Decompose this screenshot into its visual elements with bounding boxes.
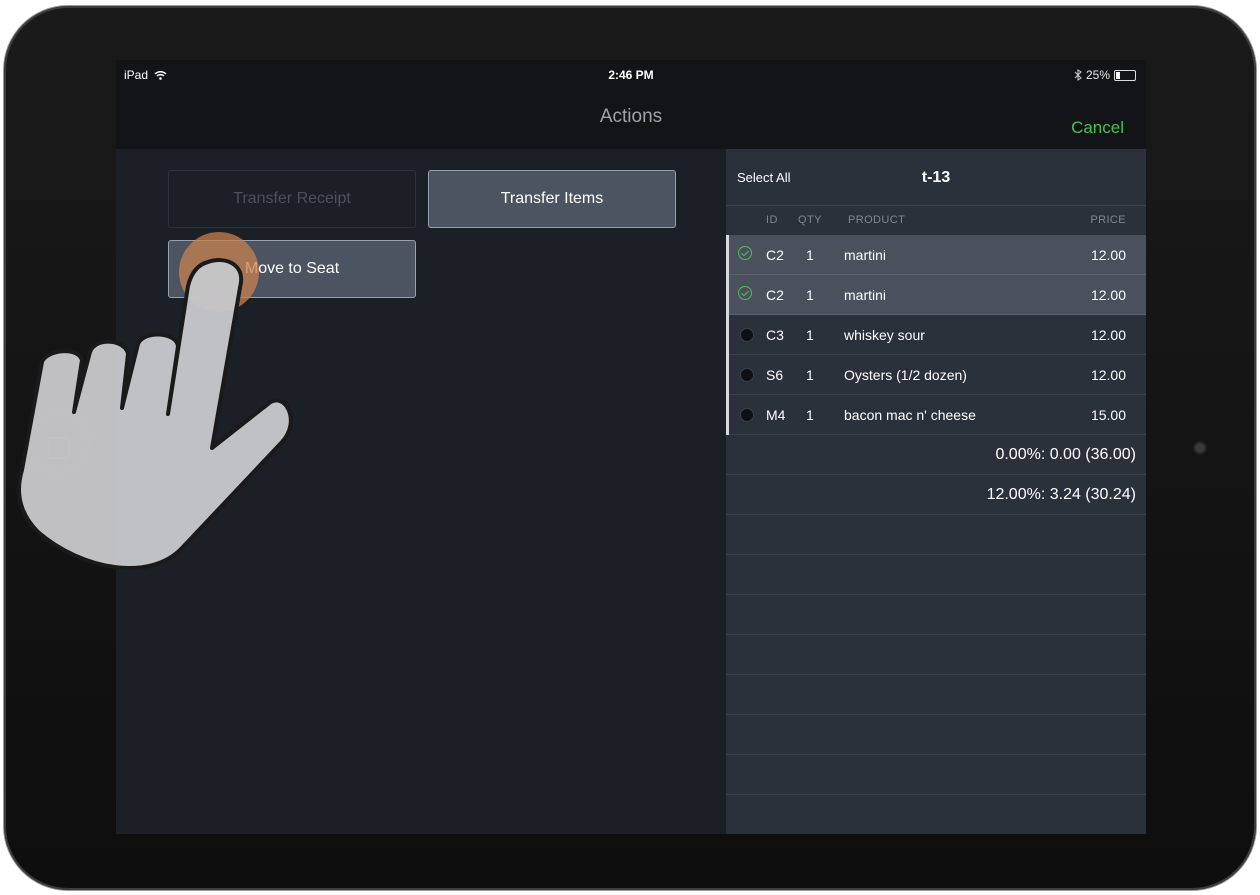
empty-row	[726, 675, 1146, 715]
camera-icon	[1195, 443, 1205, 453]
empty-row	[726, 795, 1146, 834]
item-product: bacon mac n' cheese	[844, 407, 976, 423]
column-header-product: PRODUCT	[848, 214, 906, 226]
check-circle-icon[interactable]	[738, 286, 752, 300]
actions-panel: Transfer Receipt Transfer Items Move to …	[116, 149, 726, 834]
column-header-qty: QTY	[798, 214, 822, 226]
table-row[interactable]: M4 1 bacon mac n' cheese 15.00	[726, 395, 1146, 435]
table-row[interactable]: S6 1 Oysters (1/2 dozen) 12.00	[726, 355, 1146, 395]
item-product: martini	[844, 247, 887, 263]
empty-row	[726, 595, 1146, 635]
item-product: martini	[844, 287, 887, 303]
status-time: 2:46 PM	[608, 68, 654, 82]
radio-icon[interactable]	[740, 408, 754, 422]
item-price: 12.00	[1090, 327, 1126, 343]
transfer-receipt-button[interactable]: Transfer Receipt	[168, 170, 416, 228]
tax-summary: 0.00%: 0.00 (36.00)	[995, 446, 1136, 463]
receipt-panel: Select All t-13 ID QTY PRODUCT PRICE C2 …	[726, 149, 1146, 834]
battery-icon	[1114, 69, 1136, 81]
tax-row: 0.00%: 0.00 (36.00)	[726, 435, 1146, 475]
row-indicator	[726, 275, 729, 315]
move-to-seat-button[interactable]: Move to Seat	[168, 240, 416, 298]
row-indicator	[726, 315, 729, 355]
table-row[interactable]: C2 1 martini 12.00	[726, 235, 1146, 275]
column-header-id: ID	[766, 214, 778, 226]
table-row[interactable]: C3 1 whiskey sour 12.00	[726, 315, 1146, 355]
item-id: M4	[766, 407, 786, 423]
radio-icon[interactable]	[740, 328, 754, 342]
item-id: C2	[766, 247, 784, 263]
item-product: whiskey sour	[844, 327, 925, 343]
item-product: Oysters (1/2 dozen)	[844, 367, 967, 383]
battery-percent: 25%	[1085, 68, 1110, 82]
item-price: 12.00	[1090, 367, 1126, 383]
check-circle-icon[interactable]	[738, 246, 752, 260]
empty-row	[726, 635, 1146, 675]
table-name: t-13	[921, 169, 951, 186]
column-header-price: PRICE	[1090, 214, 1126, 226]
receipt-header: Select All t-13	[726, 149, 1146, 206]
item-qty: 1	[806, 247, 814, 263]
item-price: 12.00	[1090, 287, 1126, 303]
item-qty: 1	[806, 367, 814, 383]
tax-summary: 12.00%: 3.24 (30.24)	[986, 486, 1136, 503]
row-indicator	[726, 395, 729, 435]
item-qty: 1	[806, 407, 814, 423]
item-price: 12.00	[1090, 247, 1126, 263]
item-id: C2	[766, 287, 784, 303]
item-qty: 1	[806, 327, 814, 343]
radio-icon[interactable]	[740, 368, 754, 382]
empty-row	[726, 755, 1146, 795]
home-square-icon	[48, 437, 70, 459]
table-row[interactable]: C2 1 martini 12.00	[726, 275, 1146, 315]
page-title: Actions	[599, 106, 663, 127]
item-id: S6	[766, 367, 784, 383]
empty-row	[726, 555, 1146, 595]
row-indicator	[726, 355, 729, 395]
tax-row: 12.00%: 3.24 (30.24)	[726, 475, 1146, 515]
transfer-items-button[interactable]: Transfer Items	[428, 170, 676, 228]
status-right: 25%	[1074, 68, 1136, 82]
item-qty: 1	[806, 287, 814, 303]
screen: iPad 2:46 PM 25% Actions Cancel Transfer…	[116, 60, 1146, 834]
top-bar: iPad 2:46 PM 25% Actions Cancel	[116, 60, 1146, 149]
row-indicator	[726, 235, 729, 275]
item-price: 15.00	[1090, 407, 1126, 423]
empty-row	[726, 715, 1146, 755]
empty-row	[726, 515, 1146, 555]
item-id: C3	[766, 327, 784, 343]
bluetooth-icon	[1074, 69, 1082, 81]
cancel-button[interactable]: Cancel	[1071, 118, 1124, 138]
